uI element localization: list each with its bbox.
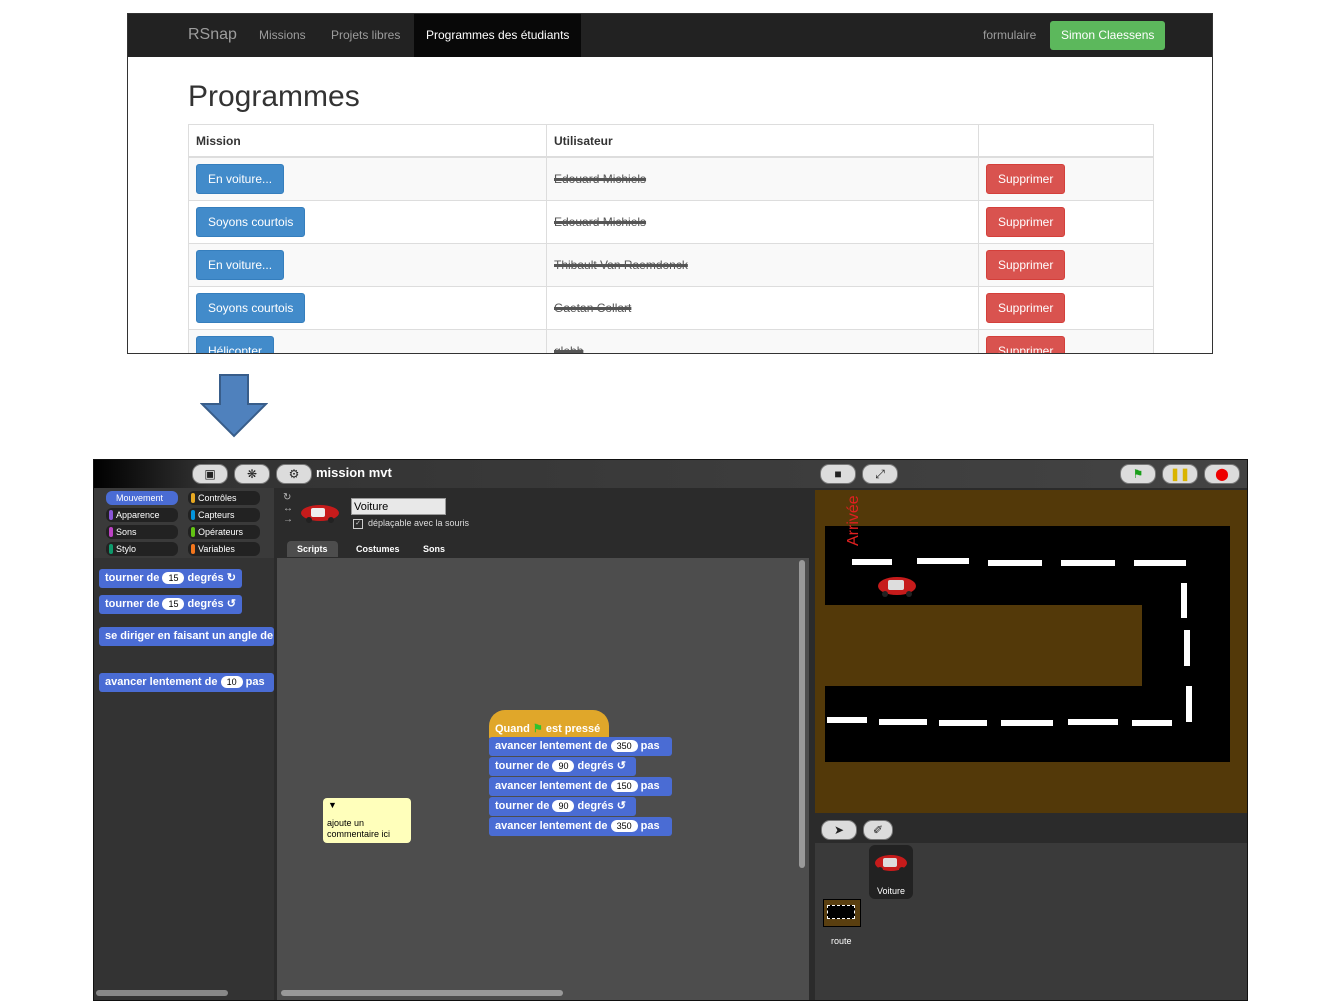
rotate-counterclockwise-icon: ↺ [616, 800, 626, 812]
script-block[interactable]: avancer lentement de 150 pas [489, 777, 672, 796]
delete-button[interactable]: Supprimer [986, 336, 1066, 353]
comment-note[interactable]: ▼ ajoute un commentaire ici [323, 798, 411, 843]
snap-topbar: ▣ ❋ ⚙ mission mvt ■ ⤢ ⚑ ❚❚ ⬤ [94, 460, 1247, 488]
mission-button[interactable]: Soyons courtois [196, 293, 306, 323]
car-icon [875, 855, 907, 873]
scripting-area[interactable]: Quand ⚑ est pressé avancer lentement de … [277, 558, 809, 1000]
green-flag-icon[interactable]: ⚑ [1120, 464, 1156, 484]
script-block[interactable]: tourner de 90 degrés ↺ [489, 797, 636, 816]
turtle-sprite-icon[interactable]: ➤ [821, 820, 857, 840]
paintbrush-icon[interactable]: ✐ [863, 820, 893, 840]
nav-formulaire[interactable]: formulaire [971, 14, 1048, 57]
column-header-user: Utilisateur [546, 124, 979, 158]
table-row: Hélicopter glebb Supprimer [188, 329, 1154, 354]
column-header-actions [978, 124, 1154, 158]
turn-right-block[interactable]: tourner de 15 degrés ↻ [99, 569, 242, 588]
green-flag-icon: ⚑ [532, 723, 543, 735]
category-mouvement[interactable]: Mouvement [106, 491, 178, 505]
delete-button[interactable]: Supprimer [986, 164, 1066, 194]
point-direction-block[interactable]: se diriger en faisant un angle de [99, 627, 274, 646]
category-apparence[interactable]: Apparence [106, 508, 178, 522]
sprite-editor: ↻↔→ ✓ déplaçable avec la souris Scripts … [277, 488, 809, 1000]
delete-button[interactable]: Supprimer [986, 207, 1066, 237]
column-header-mission: Mission [188, 124, 547, 158]
cloud-icon[interactable]: ❋ [234, 464, 270, 484]
mission-button[interactable]: En voiture... [196, 164, 285, 194]
script-block[interactable]: avancer lentement de 350 pas [489, 817, 672, 836]
file-icon[interactable]: ▣ [192, 464, 228, 484]
palette-scrollbar[interactable] [96, 990, 228, 996]
finish-label: Arrivée [845, 495, 862, 546]
when-flag-clicked-block[interactable]: Quand ⚑ est pressé [489, 710, 609, 740]
stage[interactable]: Arrivée [815, 490, 1247, 813]
script-block[interactable]: avancer lentement de 350 pas [489, 737, 672, 756]
draggable-checkbox[interactable]: ✓ [353, 519, 363, 529]
brand-logo[interactable]: RSnap [188, 26, 237, 44]
table-row: En voiture... Edouard Michiels Supprimer [188, 156, 1154, 201]
programs-table: Mission Utilisateur En voiture... Edouar… [188, 124, 1154, 354]
user-name: Thibault Van Raemdonck [554, 258, 688, 272]
down-arrow-icon [200, 374, 268, 438]
turn-left-block[interactable]: tourner de 15 degrés ↺ [99, 595, 242, 614]
page-title: Programmes [188, 80, 360, 113]
vertical-scrollbar[interactable] [799, 560, 805, 868]
project-title: mission mvt [316, 465, 392, 480]
table-row: En voiture... Thibault Van Raemdonck Sup… [188, 243, 1154, 287]
delete-button[interactable]: Supprimer [986, 293, 1066, 323]
block-palette: Mouvement Contrôles Apparence Capteurs S… [94, 488, 274, 1000]
mission-button[interactable]: Hélicopter [196, 336, 275, 353]
category-stylo[interactable]: Stylo [106, 542, 178, 556]
stage-size-icon[interactable]: ■ [820, 464, 856, 484]
category-variables[interactable]: Variables [188, 542, 260, 556]
tab-sons[interactable]: Sons [413, 541, 455, 557]
stage-tile-label: route [831, 936, 852, 946]
draggable-label: déplaçable avec la souris [368, 518, 470, 528]
tab-costumes[interactable]: Costumes [346, 541, 410, 557]
stop-icon[interactable]: ⬤ [1204, 464, 1240, 484]
user-name: Gaetan Collart [554, 301, 632, 315]
mission-button[interactable]: Soyons courtois [196, 207, 306, 237]
collapse-triangle-icon[interactable]: ▼ [328, 800, 337, 811]
nav-missions[interactable]: Missions [247, 14, 318, 57]
snap-editor: ▣ ❋ ⚙ mission mvt ■ ⤢ ⚑ ❚❚ ⬤ Mouvement C… [93, 459, 1248, 1001]
stage-toolbar: ➤ ✐ [815, 816, 1247, 843]
sprite-tile-label: Voiture [876, 886, 906, 896]
sprite-thumbnail-car-icon [301, 505, 339, 523]
delete-button[interactable]: Supprimer [986, 250, 1066, 280]
nav-projets-libres[interactable]: Projets libres [319, 14, 412, 57]
user-name: glebb [554, 344, 584, 354]
user-name: Edouard Michiels [554, 172, 647, 186]
table-row: Soyons courtois Edouard Michiels Supprim… [188, 200, 1154, 244]
pause-icon[interactable]: ❚❚ [1162, 464, 1198, 484]
user-name: Edouard Michiels [554, 215, 647, 229]
horizontal-scrollbar[interactable] [281, 990, 563, 996]
rotation-style-icons[interactable]: ↻ ↔ → [283, 492, 293, 525]
sprite-corral: Voiture route [815, 843, 1247, 1000]
script-block[interactable]: tourner de 90 degrés ↺ [489, 757, 636, 776]
category-selector: Mouvement Contrôles Apparence Capteurs S… [94, 488, 274, 558]
tab-scripts[interactable]: Scripts [287, 541, 338, 557]
navbar: RSnap Missions Projets libres Programmes… [128, 14, 1212, 57]
stage-thumbnail-road-icon[interactable] [823, 899, 861, 927]
nav-programmes-etudiants[interactable]: Programmes des étudiants [414, 14, 582, 57]
table-row: Soyons courtois Gaetan Collart Supprimer [188, 286, 1154, 330]
sprite-tile-voiture[interactable]: Voiture [869, 845, 913, 899]
gear-icon[interactable]: ⚙ [276, 464, 312, 484]
rotate-clockwise-icon: ↻ [226, 572, 236, 584]
rsnap-window: RSnap Missions Projets libres Programmes… [127, 13, 1213, 354]
category-sons[interactable]: Sons [106, 525, 178, 539]
fullscreen-icon[interactable]: ⤢ [862, 464, 898, 484]
sprite-name-input[interactable] [351, 498, 446, 515]
move-slowly-block[interactable]: avancer lentement de 10 pas [99, 673, 274, 692]
mission-button[interactable]: En voiture... [196, 250, 285, 280]
category-capteurs[interactable]: Capteurs [188, 508, 260, 522]
category-operateurs[interactable]: Opérateurs [188, 525, 260, 539]
user-button[interactable]: Simon Claessens [1050, 21, 1166, 50]
rotate-counterclockwise-icon: ↺ [226, 598, 236, 610]
rotate-counterclockwise-icon: ↺ [616, 760, 626, 772]
category-controles[interactable]: Contrôles [188, 491, 260, 505]
track-road [825, 526, 1230, 762]
